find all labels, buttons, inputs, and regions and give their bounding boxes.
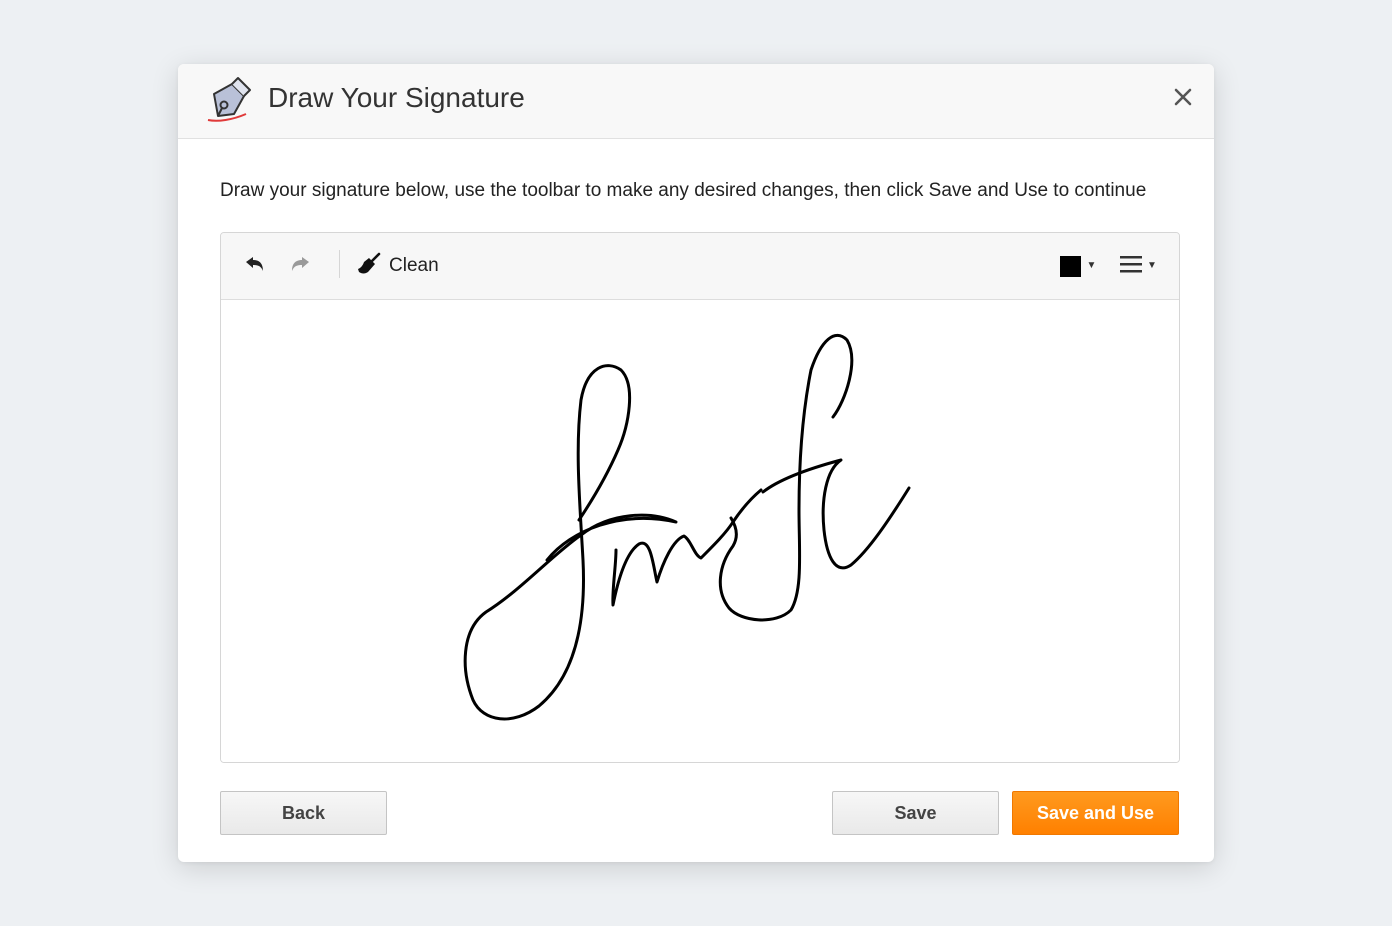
redo-button[interactable] (286, 251, 316, 281)
dialog-title: Draw Your Signature (268, 82, 525, 113)
save-button[interactable]: Save (832, 791, 999, 835)
line-width-picker[interactable]: ▼ (1117, 251, 1159, 281)
signature-canvas[interactable] (221, 300, 1179, 762)
signature-pad: Clean ▼ ▼ (220, 232, 1180, 763)
close-icon (1174, 88, 1192, 111)
instruction-text: Draw your signature below, use the toolb… (220, 180, 1147, 201)
line-width-icon (1119, 254, 1143, 279)
save-and-use-button[interactable]: Save and Use (1012, 791, 1179, 835)
toolbar-divider (339, 250, 340, 278)
redo-icon (290, 254, 312, 279)
signature-dialog: Draw Your Signature Draw your signature … (178, 64, 1214, 862)
color-swatch (1059, 255, 1081, 277)
back-button[interactable]: Back (220, 791, 387, 835)
chevron-down-icon: ▼ (1086, 260, 1097, 271)
pen-nib-icon (204, 76, 252, 124)
clean-button[interactable]: Clean (357, 251, 439, 281)
chevron-down-icon: ▼ (1147, 260, 1157, 271)
clean-label: Clean (389, 255, 439, 276)
signature-ink (463, 333, 911, 721)
dialog-header: Draw Your Signature (178, 64, 1214, 139)
pen-color-picker[interactable]: ▼ (1057, 251, 1099, 281)
broom-icon (357, 252, 381, 281)
close-button[interactable] (1168, 84, 1198, 114)
signature-toolbar: Clean ▼ ▼ (221, 233, 1179, 300)
undo-icon (243, 254, 265, 279)
undo-button[interactable] (239, 251, 269, 281)
